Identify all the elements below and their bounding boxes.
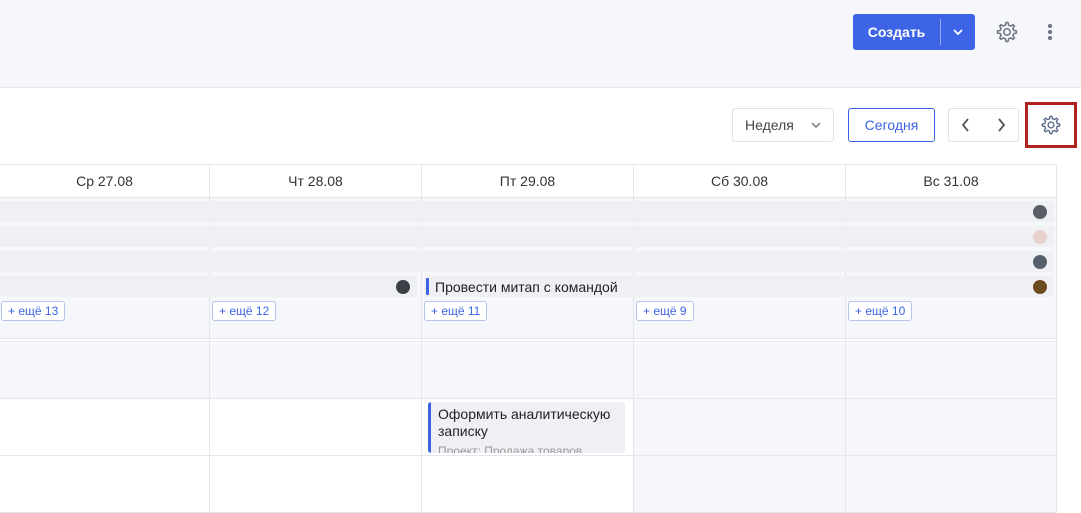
header-settings-button[interactable]: [993, 19, 1021, 45]
week-calendar-grid: Ср 27.08 Чт 28.08 Пт 29.08 Сб 30.08 Вс 3…: [0, 164, 1057, 513]
create-dropdown-button[interactable]: [941, 28, 975, 36]
more-events-button[interactable]: + ещё 13: [1, 301, 66, 321]
chevron-left-icon: [962, 118, 969, 132]
next-period-button[interactable]: [984, 109, 1019, 141]
grid-divider: [0, 455, 1057, 456]
avatar: [1033, 205, 1047, 219]
more-vertical-icon: [1048, 24, 1052, 40]
calendar-settings-button[interactable]: [1025, 102, 1077, 148]
chevron-down-icon: [811, 122, 821, 129]
today-button[interactable]: Сегодня: [848, 108, 935, 142]
timed-event-title: Оформить аналитическую записку: [438, 406, 611, 439]
time-slot-shaded: [0, 343, 1057, 398]
period-navigation: [948, 108, 1019, 142]
create-button-group[interactable]: Создать: [853, 14, 975, 50]
grid-divider: [0, 398, 1057, 399]
prev-period-button[interactable]: [949, 109, 984, 141]
chevron-right-icon: [998, 118, 1005, 132]
day-header: Пт 29.08: [499, 172, 556, 189]
top-header: Создать: [0, 0, 1081, 88]
grid-divider: [0, 341, 1057, 342]
day-header: Вс 31.08: [923, 172, 979, 189]
chevron-down-icon: [953, 29, 963, 36]
avatar: [396, 280, 410, 294]
more-events-button[interactable]: + ещё 11: [424, 301, 488, 321]
day-header: Ср 27.08: [76, 172, 133, 189]
event-color-marker: [426, 278, 429, 295]
more-menu-button[interactable]: [1042, 20, 1058, 44]
avatar: [1033, 280, 1047, 294]
create-button[interactable]: Создать: [853, 24, 940, 40]
view-select[interactable]: Неделя: [732, 108, 834, 142]
allday-event[interactable]: [0, 251, 1054, 272]
timed-event-subtitle: Проект: Продажа товаров: [438, 444, 583, 453]
avatar: [1033, 230, 1047, 244]
avatar: [1033, 255, 1047, 269]
more-events-button[interactable]: + ещё 9: [636, 301, 694, 321]
grid-divider: [0, 338, 1057, 339]
view-select-value: Неделя: [745, 117, 794, 133]
more-events-button[interactable]: + ещё 12: [212, 301, 277, 321]
day-header: Чт 28.08: [288, 172, 343, 189]
day-header: Сб 30.08: [710, 172, 769, 189]
grid-divider: [0, 197, 1057, 198]
more-events-button[interactable]: + ещё 10: [848, 301, 913, 321]
allday-event[interactable]: [0, 226, 1054, 247]
gear-icon: [996, 21, 1018, 43]
timed-event-card[interactable]: Оформить аналитическую записку Проект: П…: [428, 402, 625, 453]
allday-event-title: Провести митап с командой: [435, 279, 618, 295]
event-color-marker: [428, 402, 431, 453]
gear-icon: [1041, 115, 1061, 135]
allday-event[interactable]: [0, 276, 417, 297]
allday-event[interactable]: [0, 201, 1054, 222]
